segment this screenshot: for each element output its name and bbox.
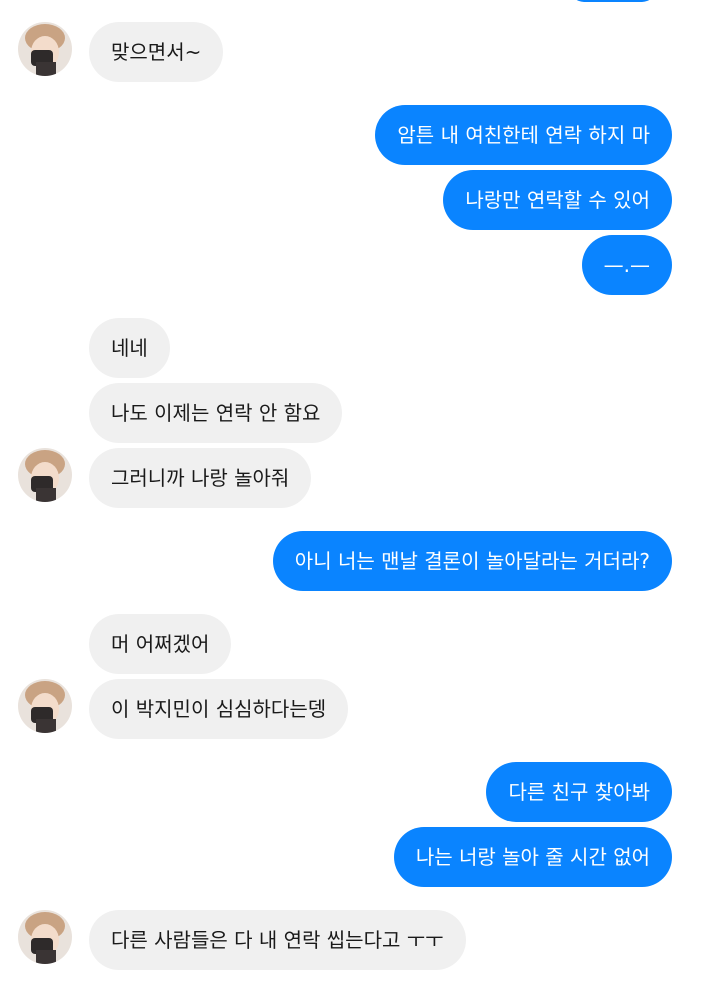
outgoing-message-bubble[interactable]: 다른 친구 찾아봐 — [486, 762, 672, 822]
incoming-message-bubble[interactable]: 맞으면서~ — [89, 22, 224, 82]
profile-photo-icon — [18, 679, 72, 733]
incoming-message-bubble[interactable]: 머 어쩌겠어 — [89, 614, 232, 674]
chat-thread: 맞으면서~ 암튼 내 여친한테 연락 하지 마 나랑만 연락할 수 있어 —.—… — [0, 0, 720, 981]
avatar[interactable] — [18, 448, 72, 502]
profile-photo-icon — [18, 448, 72, 502]
profile-photo-icon — [18, 22, 72, 76]
profile-photo-icon — [18, 910, 72, 964]
avatar[interactable] — [18, 910, 72, 964]
avatar[interactable] — [18, 22, 72, 76]
outgoing-message-bubble[interactable]: 나랑만 연락할 수 있어 — [443, 170, 672, 230]
outgoing-message-bubble-partial[interactable] — [570, 0, 656, 2]
avatar[interactable] — [18, 679, 72, 733]
outgoing-message-bubble[interactable]: 나는 너랑 놀아 줄 시간 없어 — [393, 827, 672, 887]
incoming-message-bubble[interactable]: 다른 사람들은 다 내 연락 씹는다고 ㅜㅜ — [89, 910, 466, 970]
incoming-message-bubble[interactable]: 네네 — [89, 318, 170, 378]
incoming-message-bubble[interactable]: 이 박지민이 심심하다는뎅 — [89, 679, 349, 739]
outgoing-message-bubble[interactable]: 아니 너는 맨날 결론이 놀아달라는 거더라? — [272, 531, 672, 591]
incoming-message-bubble[interactable]: 나도 이제는 연락 안 함요 — [89, 383, 343, 443]
outgoing-message-bubble[interactable]: —.— — [581, 235, 672, 295]
outgoing-message-bubble[interactable]: 암튼 내 여친한테 연락 하지 마 — [375, 105, 672, 165]
incoming-message-bubble[interactable]: 그러니까 나랑 놀아줘 — [89, 448, 312, 508]
